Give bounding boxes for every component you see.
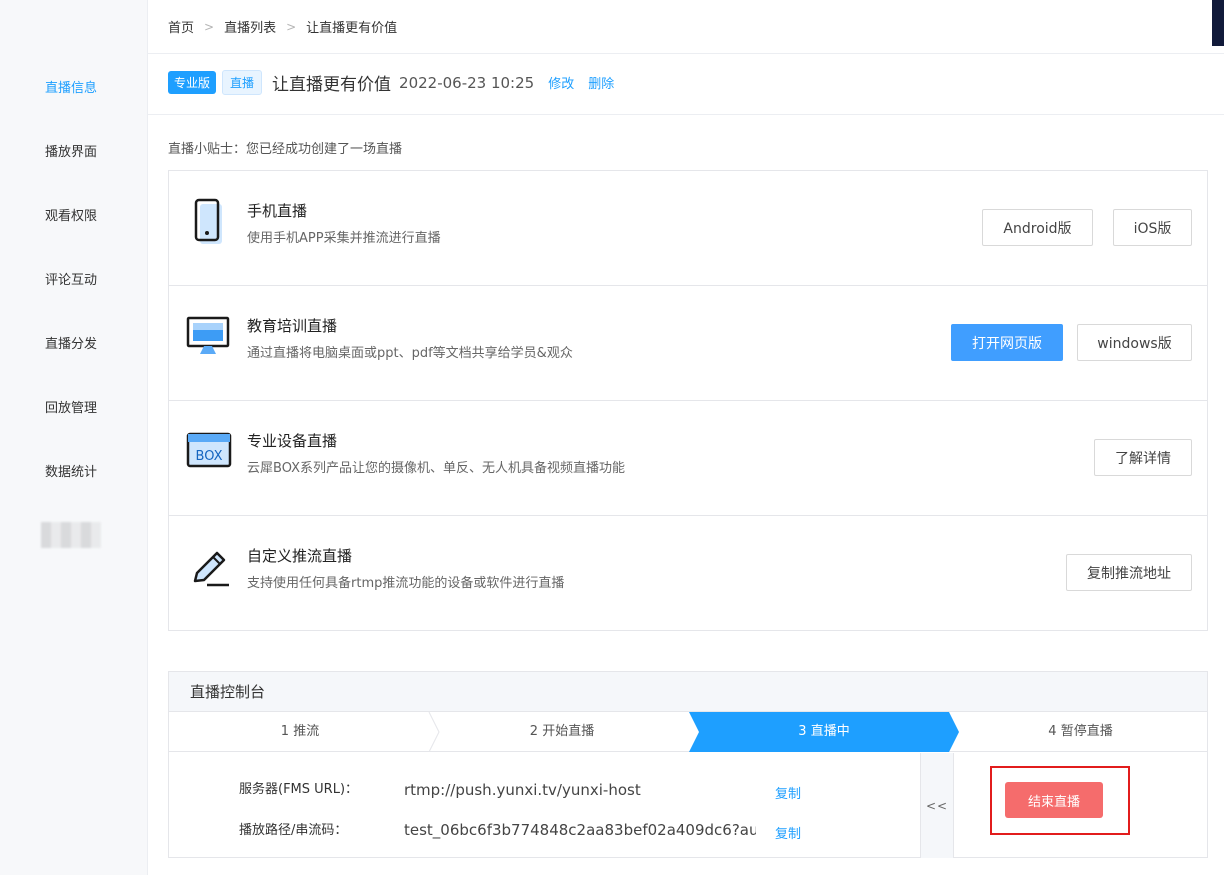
copy-push-url-button[interactable]: 复制推流地址 [1066,554,1192,591]
step-start-live: 2 开始直播 [529,724,595,739]
breadcrumb-live-list[interactable]: 直播列表 [224,17,276,36]
sidebar-item-player-ui[interactable]: 播放界面 [45,141,97,160]
method-custom-push: 自定义推流直播 支持使用任何具备rtmp推流功能的设备或软件进行直播 复制推流地… [169,516,1207,631]
box-device-icon: BOX [186,428,232,478]
sidebar-item-view-permission[interactable]: 观看权限 [45,205,97,224]
pen-edit-icon [187,543,231,593]
method-title: 手机直播 [247,202,308,220]
topbar: 首页 > 直播列表 > 让直播更有价值 [148,0,1224,54]
sidebar-item-comments[interactable]: 评论互动 [45,269,97,288]
method-desc: 云犀BOX系列产品让您的摄像机、单反、无人机具备视频直播功能 [247,461,625,476]
live-datetime: 2022-06-23 10:25 [399,73,535,92]
stream-key-label: 播放路径/串流码： [239,823,348,838]
divider [148,114,1224,115]
server-value: rtmp://push.yunxi.tv/yunxi-host [404,781,641,799]
phone-icon [187,198,231,248]
delete-link[interactable]: 删除 [588,73,614,92]
method-mobile: 手机直播 使用手机APP采集并推流进行直播 Android版 iOS版 [169,171,1207,286]
ios-button[interactable]: iOS版 [1113,209,1192,246]
copy-stream-key-button[interactable]: 复制 [775,823,801,842]
step-live-active: 3 直播中 [798,724,850,739]
edit-link[interactable]: 修改 [548,73,574,92]
console-steps: 1 推流 2 开始直播 3 直播中 4 暂停直播 [169,712,1207,752]
window-edge [1212,0,1224,46]
type-badge: 直播 [222,70,263,95]
breadcrumb-current: 让直播更有价值 [306,21,398,36]
method-desc: 支持使用任何具备rtmp推流功能的设备或软件进行直播 [247,576,565,591]
end-live-button[interactable]: 结束直播 [1005,782,1103,818]
breadcrumb-home[interactable]: 首页 [168,17,194,36]
monitor-icon [186,313,230,363]
sidebar-blurred-item [41,522,101,548]
edition-badge: 专业版 [168,71,217,94]
method-education: 教育培训直播 通过直播将电脑桌面或ppt、pdf等文档共享给学员&观众 打开网页… [169,286,1207,401]
android-button[interactable]: Android版 [982,209,1093,246]
method-pro-device: BOX 专业设备直播 云犀BOX系列产品让您的摄像机、单反、无人机具备视频直播功… [169,401,1207,516]
live-tip: 直播小贴士：您已经成功创建了一场直播 [168,142,403,157]
chevron-right-icon: > [286,19,297,34]
collapse-toggle[interactable]: << [920,753,954,858]
step-pause-live: 4 暂停直播 [1048,724,1113,739]
copy-server-button[interactable]: 复制 [775,783,801,802]
streaming-methods: 手机直播 使用手机APP采集并推流进行直播 Android版 iOS版 教育培训… [168,170,1208,631]
learn-more-button[interactable]: 了解详情 [1094,439,1192,476]
box-label: BOX [196,449,223,464]
breadcrumb: 首页 > 直播列表 > 让直播更有价值 [168,17,398,37]
sidebar: 直播信息 播放界面 观看权限 评论互动 直播分发 回放管理 数据统计 [0,0,148,875]
sidebar-item-distribution[interactable]: 直播分发 [45,333,97,352]
method-desc: 使用手机APP采集并推流进行直播 [247,231,441,246]
sidebar-item-playback[interactable]: 回放管理 [45,397,97,416]
method-title: 教育培训直播 [247,317,338,335]
console-title: 直播控制台 [169,672,1207,712]
live-title-row: 专业版 直播 让直播更有价值 2022-06-23 10:25 修改 删除 [168,70,614,95]
method-desc: 通过直播将电脑桌面或ppt、pdf等文档共享给学员&观众 [247,346,573,361]
stream-key-value: test_06bc6f3b774848c2aa83bef02a409dc6?au… [404,821,756,839]
sidebar-item-live-info[interactable]: 直播信息 [45,77,97,96]
sidebar-item-statistics[interactable]: 数据统计 [45,461,97,480]
live-console: 直播控制台 1 推流 2 开始直播 3 直播中 4 暂停直播 服务器(FMS U… [168,671,1208,858]
chevron-right-icon: > [204,19,215,34]
page-title: 让直播更有价值 [272,75,392,95]
method-title: 专业设备直播 [247,432,338,450]
step-push: 1 推流 [280,724,320,739]
windows-button[interactable]: windows版 [1077,324,1192,361]
open-web-button[interactable]: 打开网页版 [951,324,1063,361]
method-title: 自定义推流直播 [247,547,353,565]
server-label: 服务器(FMS URL)： [239,782,359,797]
stream-info: 服务器(FMS URL)： rtmp://push.yunxi.tv/yunxi… [169,753,919,858]
